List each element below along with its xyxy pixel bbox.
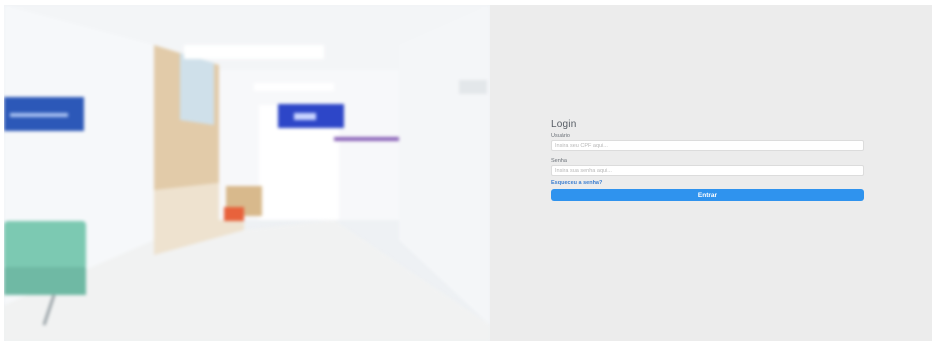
password-input[interactable] <box>551 165 864 176</box>
login-title: Login <box>551 119 577 130</box>
login-panel: Login Usuário Senha Esqueceu a senha? En… <box>490 5 932 341</box>
username-input[interactable] <box>551 140 864 151</box>
login-submit-button[interactable]: Entrar <box>551 189 864 201</box>
forgot-password-link[interactable]: Esqueceu a senha? <box>551 179 864 187</box>
password-label: Senha <box>551 158 567 164</box>
hospital-corridor-image <box>4 5 490 341</box>
hospital-corridor-illustration <box>4 5 490 341</box>
username-label: Usuário <box>551 133 570 139</box>
form-spacer <box>551 151 864 156</box>
login-form: Login Usuário Senha Esqueceu a senha? En… <box>551 119 864 201</box>
